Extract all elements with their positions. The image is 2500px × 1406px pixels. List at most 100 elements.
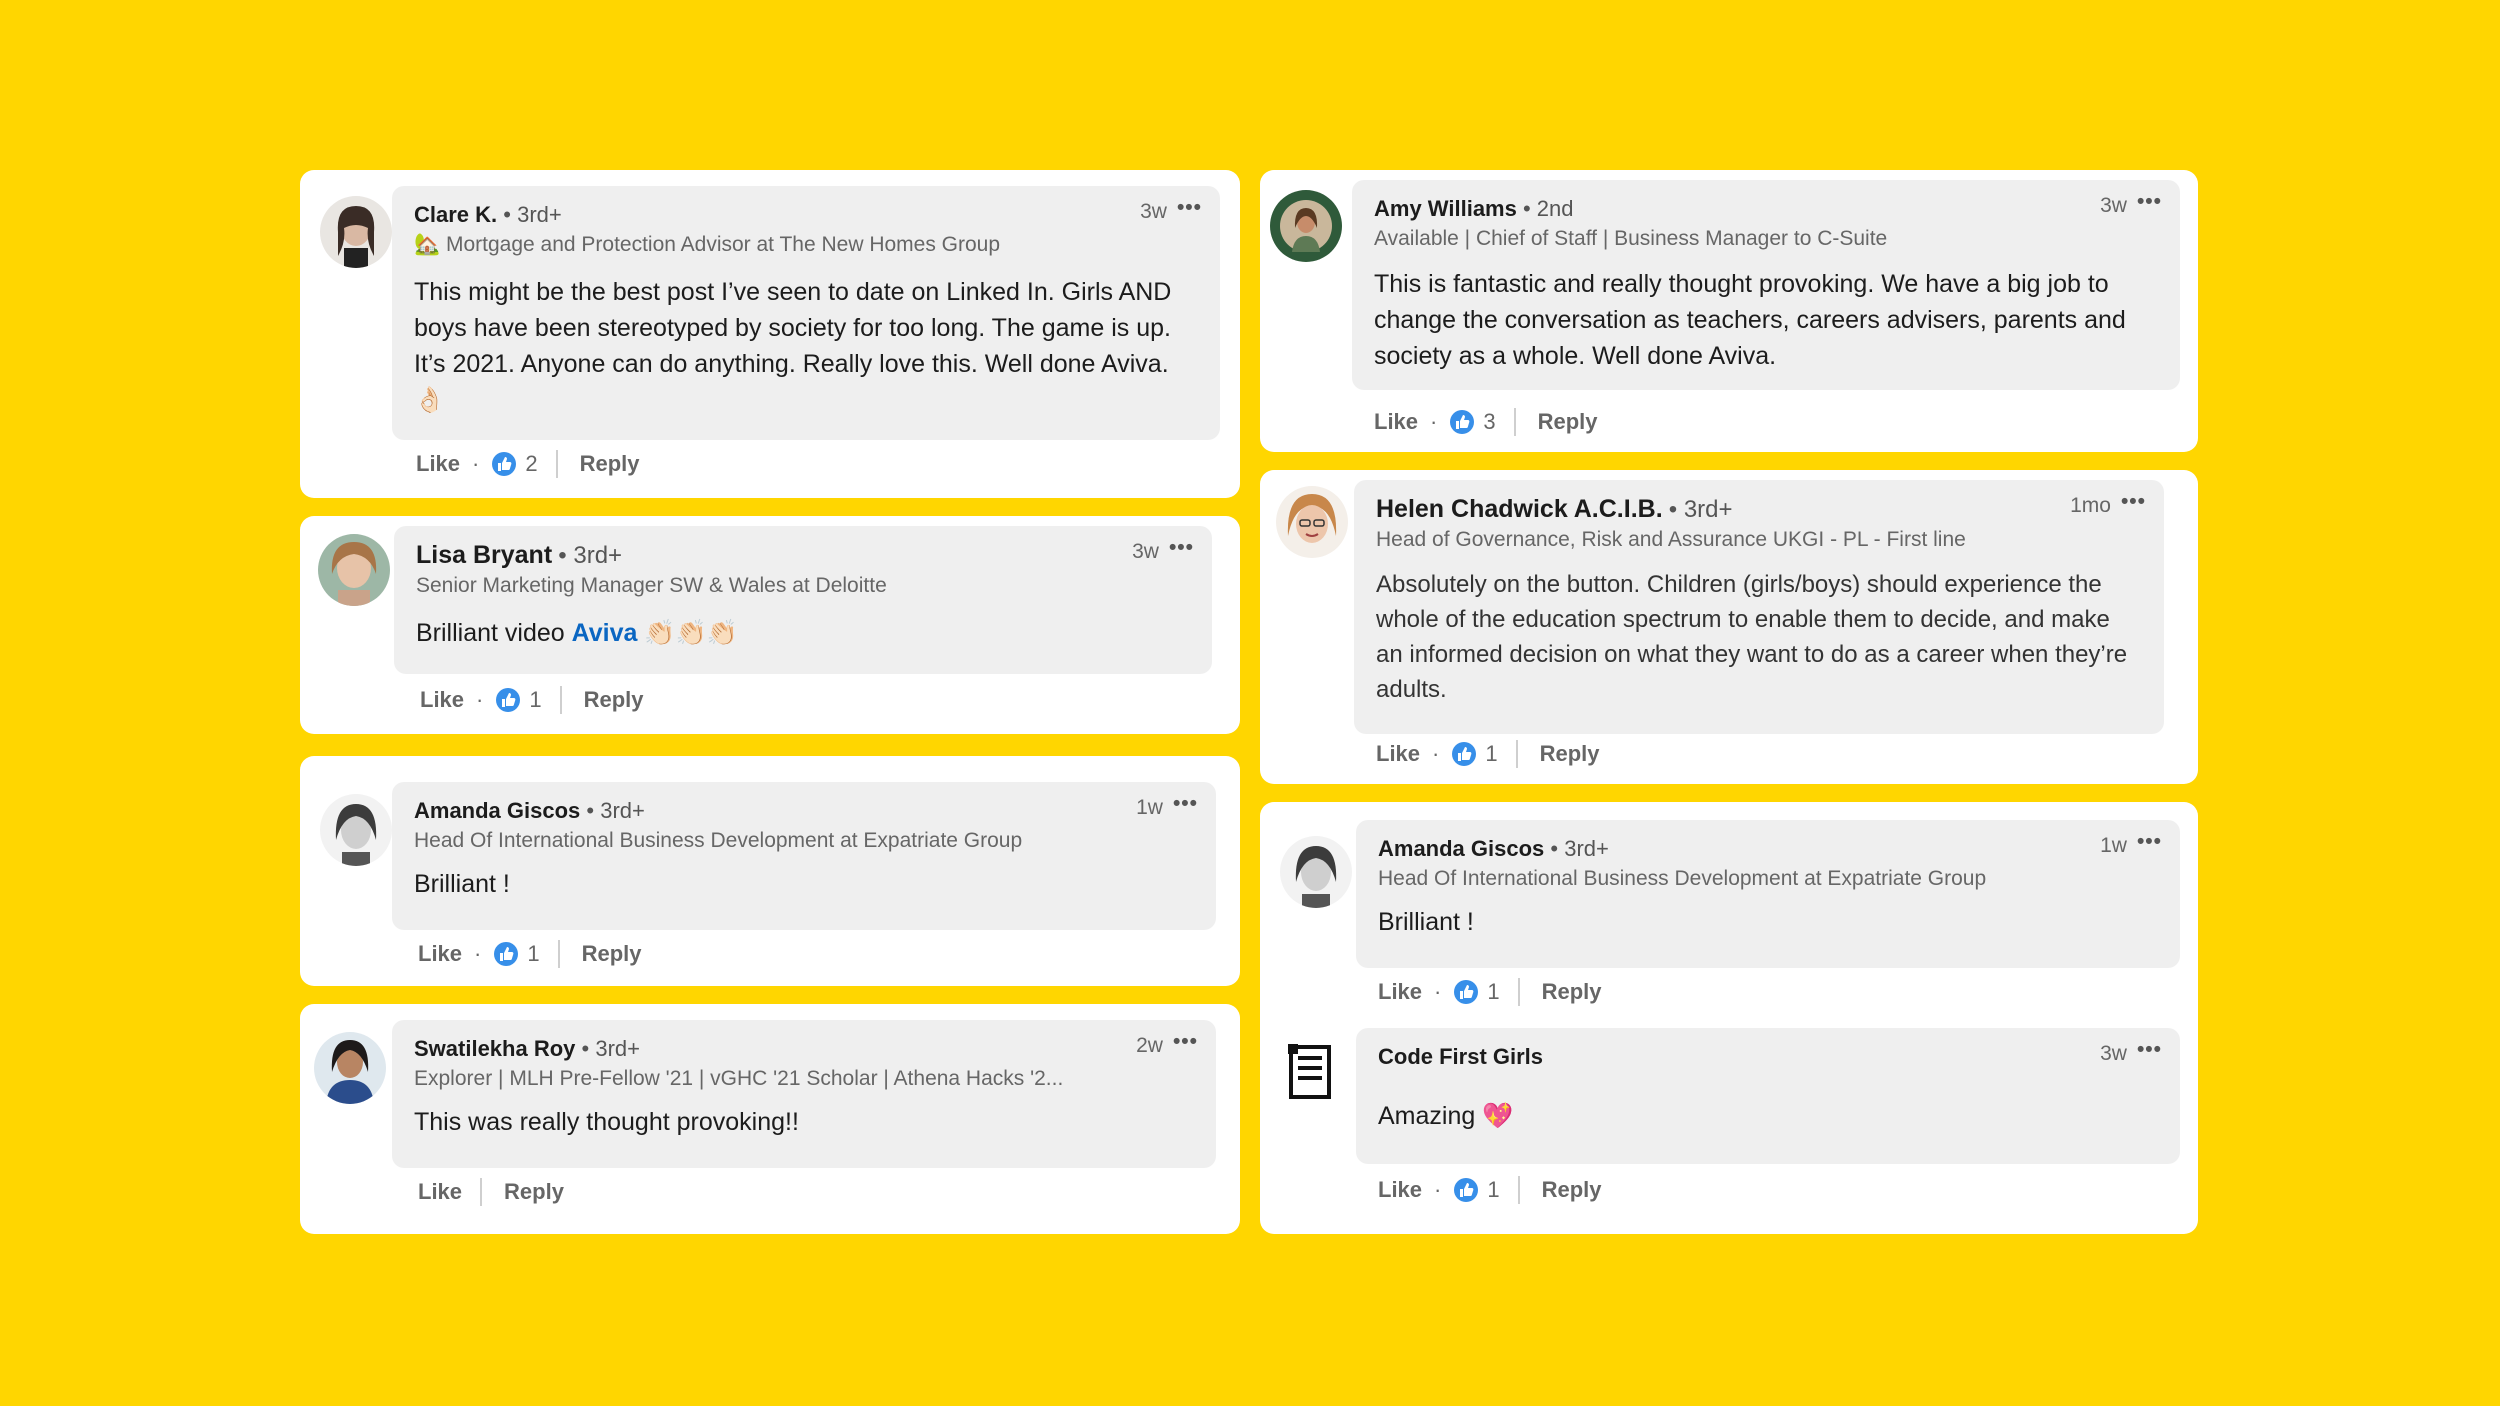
comment-text: Brilliant ! (414, 870, 510, 898)
like-reaction-icon (1454, 1178, 1479, 1202)
divider (559, 686, 562, 714)
avatar[interactable] (1270, 190, 1342, 262)
reaction-count[interactable]: 1 (1453, 1177, 1500, 1203)
like-button[interactable]: Like (420, 687, 464, 713)
reaction-count[interactable]: 2 (491, 451, 538, 477)
reply-button[interactable]: Reply (1538, 409, 1598, 435)
timestamp: 3w (2100, 1042, 2127, 1065)
reply-button[interactable]: Reply (1540, 741, 1600, 767)
comment-text: Amazing 💖 (1378, 1102, 1514, 1130)
comment-bubble: Swatilekha Roy • 3rd+ 2w ••• Explorer | M… (392, 1020, 1216, 1168)
avatar[interactable] (320, 794, 392, 866)
comment-card: Amy Williams • 2nd 3w ••• Available | Chi… (1260, 170, 2198, 452)
mention-link[interactable]: Aviva (572, 619, 638, 647)
reply-button[interactable]: Reply (582, 941, 642, 967)
avatar[interactable] (314, 1032, 386, 1104)
comment-text: Absolutely on the button. Children (girl… (1376, 571, 2128, 703)
more-options-icon[interactable]: ••• (2137, 1038, 2162, 1062)
reply-button[interactable]: Reply (580, 451, 640, 477)
like-button[interactable]: Like (418, 941, 462, 967)
avatar[interactable] (320, 196, 392, 268)
timestamp: 2w (1136, 1034, 1163, 1057)
timestamp: 3w (1140, 200, 1167, 223)
author-name[interactable]: Amy Williams (1374, 196, 1517, 221)
more-options-icon[interactable]: ••• (1177, 196, 1202, 220)
timestamp: 3w (1132, 540, 1159, 563)
author-headline: Head Of International Business Developme… (1378, 867, 1987, 890)
comment-meta: 1w ••• (2100, 830, 2162, 858)
comment-bubble: Amanda Giscos • 3rd+ 1w ••• Head Of Inter… (1356, 820, 2180, 968)
comment-actions: Like · 1 Reply (1378, 978, 1602, 1006)
author-name[interactable]: Code First Girls (1378, 1044, 1543, 1069)
reaction-count[interactable]: 1 (495, 687, 542, 713)
more-options-icon[interactable]: ••• (1169, 536, 1194, 560)
reaction-count[interactable]: 1 (1451, 741, 1498, 767)
like-button[interactable]: Like (418, 1179, 462, 1205)
reply-button[interactable]: Reply (504, 1179, 564, 1205)
comment-text: This was really thought provoking!! (414, 1108, 799, 1136)
comment-card: Swatilekha Roy • 3rd+ 2w ••• Explorer | M… (300, 1004, 1240, 1234)
code-first-girls-logo[interactable] (1288, 1044, 1332, 1100)
avatar[interactable] (1276, 486, 1348, 558)
author-headline: Available | Chief of Staff | Business Ma… (1374, 227, 1888, 250)
like-reaction-icon (1454, 980, 1479, 1004)
more-options-icon[interactable]: ••• (2121, 490, 2146, 514)
comment-card: Clare K. • 3rd+ 3w ••• 🏡 Mortgage and Pro… (300, 170, 1240, 498)
comment-bubble: Amanda Giscos • 3rd+ 1w ••• Head Of Inter… (392, 782, 1216, 930)
comment-text: This is fantastic and really thought pro… (1374, 270, 2126, 370)
like-button[interactable]: Like (1378, 979, 1422, 1005)
comment-actions: Like · 3 Reply (1374, 408, 1598, 436)
comment-card: Helen Chadwick A.C.I.B. • 3rd+ 1mo ••• He… (1260, 470, 2198, 784)
like-button[interactable]: Like (416, 451, 460, 477)
author-name[interactable]: Clare K. (414, 202, 497, 227)
comment-bubble: Lisa Bryant • 3rd+ 3w ••• Senior Marketin… (394, 526, 1212, 674)
comment-meta: 3w ••• (2100, 1038, 2162, 1066)
author-name[interactable]: Lisa Bryant (416, 541, 552, 569)
comment-meta: 1mo ••• (2070, 490, 2146, 518)
connection-degree: • 3rd+ (558, 542, 623, 569)
comment-actions: Like Reply (418, 1178, 564, 1206)
reply-button[interactable]: Reply (584, 687, 644, 713)
connection-degree: • 2nd (1522, 196, 1574, 221)
more-options-icon[interactable]: ••• (2137, 190, 2162, 214)
author-name[interactable]: Amanda Giscos (414, 798, 580, 823)
author-name[interactable]: Amanda Giscos (1378, 836, 1544, 861)
author-name[interactable]: Swatilekha Roy (414, 1036, 575, 1061)
reply-button[interactable]: Reply (1542, 979, 1602, 1005)
separator-dot: · (476, 687, 484, 712)
timestamp: 1mo (2070, 494, 2111, 517)
more-options-icon[interactable]: ••• (1173, 1030, 1198, 1054)
comment-bubble: Amy Williams • 2nd 3w ••• Available | Chi… (1352, 180, 2180, 390)
like-button[interactable]: Like (1378, 1177, 1422, 1203)
comment-card: Lisa Bryant • 3rd+ 3w ••• Senior Marketin… (300, 516, 1240, 734)
separator-dot: · (472, 451, 480, 476)
comment-actions: Like · 1 Reply (1376, 740, 1600, 768)
like-button[interactable]: Like (1376, 741, 1420, 767)
reply-button[interactable]: Reply (1542, 1177, 1602, 1203)
author-headline: Head Of International Business Developme… (414, 829, 1023, 852)
separator-dot: · (1430, 409, 1438, 434)
comment-actions: Like · 1 Reply (418, 940, 642, 968)
comment-bubble: Code First Girls 3w ••• Amazing 💖 (1356, 1028, 2180, 1164)
like-button[interactable]: Like (1374, 409, 1418, 435)
comment-actions: Like · 1 Reply (1378, 1176, 1602, 1204)
like-reaction-icon (1452, 742, 1477, 766)
like-reaction-icon (494, 942, 519, 966)
divider (557, 940, 560, 968)
more-options-icon[interactable]: ••• (2137, 830, 2162, 854)
comment-text: Brilliant video Aviva 👏🏻👏🏻👏🏻 (416, 619, 738, 647)
reaction-count[interactable]: 3 (1449, 409, 1496, 435)
more-options-icon[interactable]: ••• (1173, 792, 1198, 816)
connection-degree: • 3rd+ (586, 798, 645, 823)
connection-degree: • 3rd+ (1668, 496, 1733, 523)
divider (555, 450, 558, 478)
author-name[interactable]: Helen Chadwick A.C.I.B. (1376, 495, 1663, 523)
reaction-count[interactable]: 1 (1453, 979, 1500, 1005)
avatar[interactable] (318, 534, 390, 606)
comment-card: Amanda Giscos • 3rd+ 1w ••• Head Of Inter… (300, 756, 1240, 986)
reaction-count[interactable]: 1 (493, 941, 540, 967)
divider (1513, 408, 1516, 436)
separator-dot: · (1432, 741, 1440, 766)
avatar[interactable] (1280, 836, 1352, 908)
connection-degree: • 3rd+ (581, 1036, 640, 1061)
